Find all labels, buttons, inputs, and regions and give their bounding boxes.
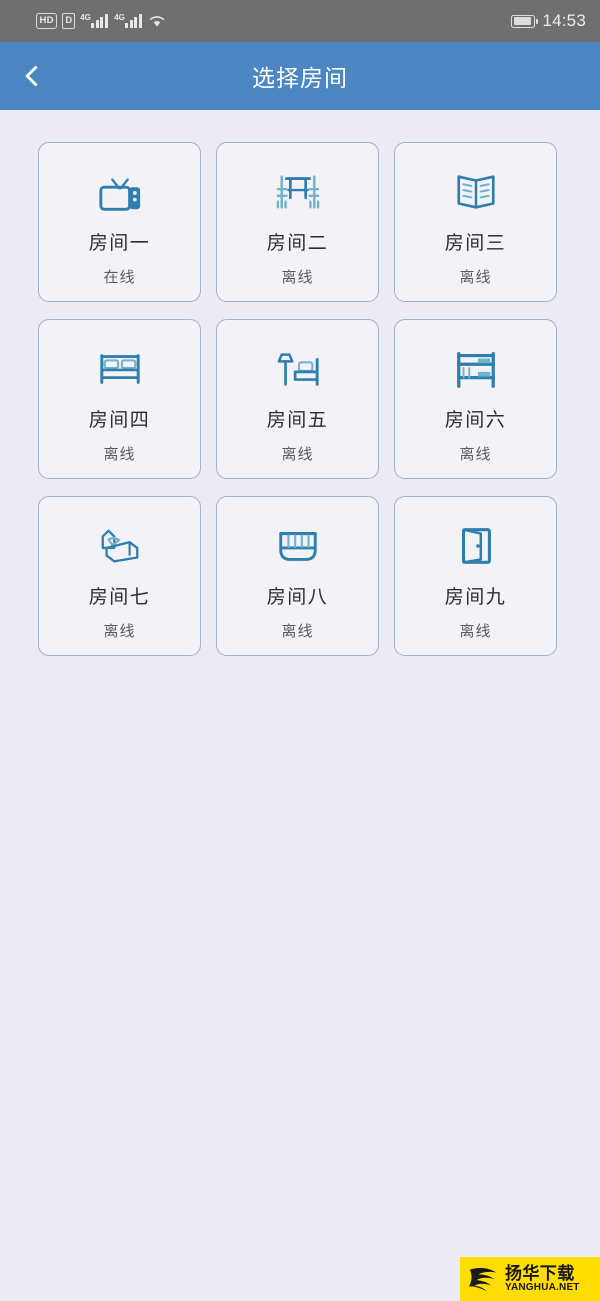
watermark-text: 扬华下载 YANGHUA.NET (505, 1263, 580, 1293)
watermark-en-label: YANGHUA.NET (505, 1281, 580, 1293)
room-status: 在线 (103, 269, 136, 286)
room-name: 房间九 (444, 587, 507, 608)
room-grid-wrapper: 房间一 在线 房间二 离线 房间三 离线 房间四 离线 房间五 离线 房间六 离… (0, 110, 600, 656)
room-status: 离线 (103, 446, 136, 463)
app-header: 选择房间 (0, 42, 600, 110)
status-bar-left: HD D 4G 4G (36, 13, 166, 29)
page-content: 房间一 在线 房间二 离线 房间三 离线 房间四 离线 房间五 离线 房间六 离… (0, 110, 600, 1301)
room-card[interactable]: 房间八 离线 (216, 496, 379, 656)
room-card[interactable]: 房间六 离线 (394, 319, 557, 479)
hd-icon: HD (36, 13, 58, 29)
battery-icon (511, 14, 539, 28)
room-name: 房间二 (266, 233, 329, 254)
single-bed-3d-icon (39, 517, 200, 575)
table-chairs-icon (217, 163, 378, 221)
open-book-icon (395, 163, 556, 221)
room-name: 房间四 (88, 410, 151, 431)
back-button[interactable] (0, 42, 64, 110)
room-status: 离线 (459, 446, 492, 463)
watermark-cn-label: 扬华下载 (505, 1263, 575, 1283)
room-name: 房间五 (266, 410, 329, 431)
room-status: 离线 (459, 623, 492, 640)
room-status: 离线 (103, 623, 136, 640)
room-card[interactable]: 房间五 离线 (216, 319, 379, 479)
room-status: 离线 (281, 623, 314, 640)
room-card[interactable]: 房间一 在线 (38, 142, 201, 302)
room-status: 离线 (281, 269, 314, 286)
yanghua-logo-icon (467, 1264, 499, 1294)
room-card[interactable]: 房间九 离线 (394, 496, 557, 656)
sim1-network-label: 4G (80, 13, 91, 22)
page-title: 选择房间 (252, 65, 348, 91)
watermark-badge: 扬华下载 YANGHUA.NET (460, 1257, 600, 1301)
door-open-icon (395, 517, 556, 575)
room-card[interactable]: 房间四 离线 (38, 319, 201, 479)
crib-icon (217, 517, 378, 575)
room-card: 房间三 离线 (394, 142, 557, 302)
room-card[interactable]: 房间二 离线 (216, 142, 379, 302)
room-grid: 房间一 在线 房间二 离线 房间三 离线 房间四 离线 房间五 离线 房间六 离… (38, 142, 562, 656)
chevron-left-icon (19, 63, 45, 89)
bunk-bed-icon (395, 340, 556, 398)
signal-sim1-icon: 4G (80, 13, 109, 28)
clock-label: 14:53 (542, 11, 586, 30)
room-name: 房间八 (266, 587, 329, 608)
lamp-bed-icon (217, 340, 378, 398)
signal-sim2-icon: 4G (114, 13, 143, 28)
room-name: 房间一 (88, 233, 151, 254)
tv-icon (39, 163, 200, 221)
double-bed-icon (39, 340, 200, 398)
room-card[interactable]: 房间七 离线 (38, 496, 201, 656)
status-bar: HD D 4G 4G 14:53 (0, 0, 600, 42)
data-icon: D (62, 13, 76, 29)
room-name: 房间三 (444, 233, 507, 254)
status-bar-right: 14:53 (511, 11, 586, 31)
room-status: 离线 (281, 446, 314, 463)
room-status: 离线 (459, 269, 492, 286)
room-name: 房间六 (444, 410, 507, 431)
room-name: 房间七 (88, 587, 151, 608)
sim2-network-label: 4G (114, 13, 125, 22)
wifi-icon (148, 14, 166, 28)
